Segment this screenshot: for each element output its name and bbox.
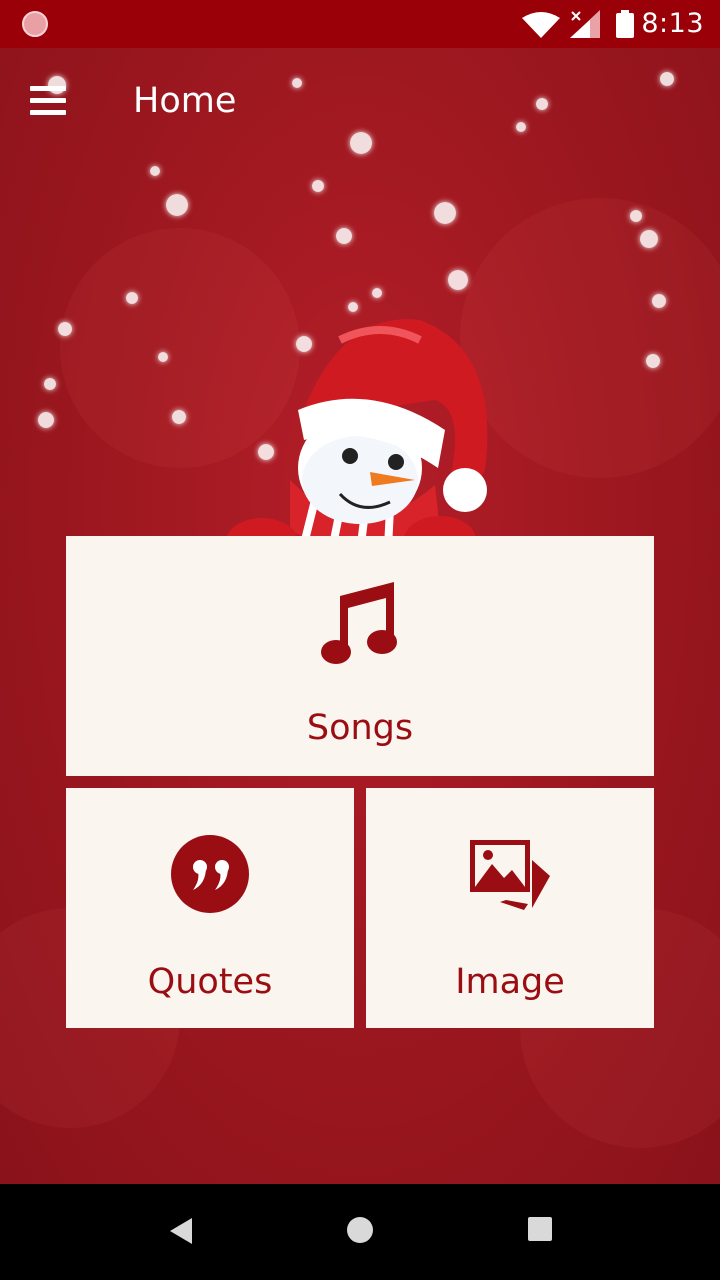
hamburger-menu-icon[interactable] (30, 86, 66, 116)
image-label: Image (455, 962, 565, 1002)
snowflake (158, 352, 168, 362)
snowflake (646, 354, 660, 368)
image-gallery-icon (470, 840, 550, 910)
image-card[interactable]: Image (366, 788, 654, 1028)
navigation-bar (0, 1184, 720, 1280)
snowflake (172, 410, 186, 424)
snowman-illustration (226, 319, 488, 560)
snowflake (640, 230, 658, 248)
snowflake (38, 412, 54, 428)
music-note-icon (321, 582, 397, 664)
toolbar: Home (0, 48, 720, 160)
app-notification-icon (22, 11, 48, 37)
back-icon[interactable] (168, 1216, 194, 1246)
snowflake (312, 180, 324, 192)
snowflake (58, 322, 72, 336)
quotes-label: Quotes (147, 962, 273, 1002)
status-bar: 8:13 (0, 0, 720, 48)
recents-icon[interactable] (527, 1216, 553, 1242)
snowflake (150, 166, 160, 176)
snowflake (166, 194, 188, 216)
quotes-card[interactable]: Quotes (66, 788, 354, 1028)
snowflake (372, 288, 382, 298)
snowflake (44, 378, 56, 390)
battery-icon (616, 10, 634, 38)
home-icon[interactable] (346, 1216, 374, 1244)
snowflake (652, 294, 666, 308)
home-screen: Home Songs Quotes Image (0, 48, 720, 1184)
signal-icon (570, 10, 600, 38)
status-time: 8:13 (641, 8, 704, 39)
snowflake (630, 210, 642, 222)
snowflake (448, 270, 468, 290)
page-title: Home (133, 81, 237, 121)
snowflake (126, 292, 138, 304)
songs-card[interactable]: Songs (66, 536, 654, 776)
songs-label: Songs (306, 708, 414, 748)
quote-icon (171, 835, 249, 913)
snowflake (336, 228, 352, 244)
wifi-icon (522, 12, 560, 38)
snowflake (434, 202, 456, 224)
